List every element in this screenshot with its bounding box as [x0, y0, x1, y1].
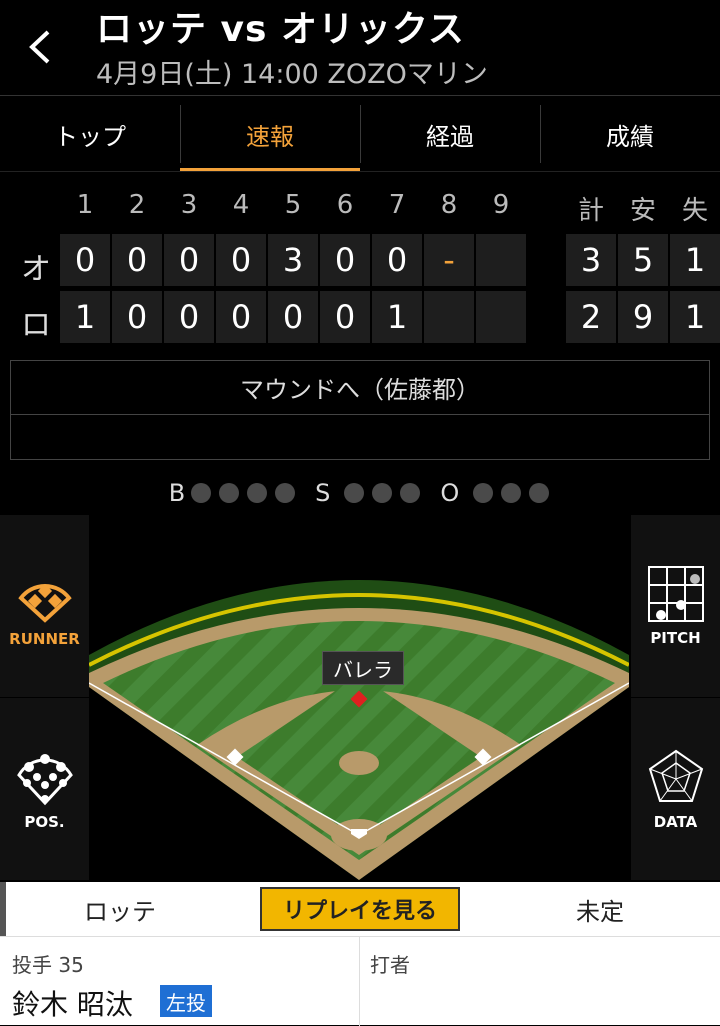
tab-bar: トップ 速報 経過 成績 [0, 97, 720, 172]
score-cell: 0 [112, 291, 162, 343]
tab-top[interactable]: トップ [0, 97, 180, 171]
total-header-runs: 計 [577, 196, 604, 226]
score-cell: 3 [268, 234, 318, 286]
bottom-bar: ロッテ 未定 リプレイを見る [0, 882, 720, 936]
out-dot [501, 483, 522, 503]
score-cell [476, 234, 526, 286]
home-team-label: ロッテ [84, 897, 156, 926]
total-header-errors: 失 [681, 196, 708, 226]
runner-icon [17, 583, 72, 623]
tab-progress[interactable]: 経過 [360, 97, 540, 171]
ball-dot [275, 483, 296, 503]
score-cell-current: - [424, 234, 474, 286]
tab-live[interactable]: 速報 [180, 97, 360, 171]
ball-dot [191, 483, 212, 503]
score-cell [424, 291, 474, 343]
team-abbr-home: ロ [21, 308, 51, 343]
back-arrow-icon[interactable] [22, 24, 62, 70]
inning-number: 1 [76, 190, 94, 220]
batter-label: 打者 [370, 953, 410, 977]
total-runs: 3 [566, 234, 616, 286]
inning-number: 8 [440, 190, 458, 220]
inning-number: 2 [128, 190, 146, 220]
score-cell [476, 291, 526, 343]
score-cell: 0 [268, 291, 318, 343]
play-description-box: マウンドへ（佐藤都） [10, 360, 710, 460]
baseball-field [89, 580, 629, 880]
ball-dot [219, 483, 240, 503]
score-cell: 0 [112, 234, 162, 286]
total-errors: 1 [670, 291, 720, 343]
out-dot [473, 483, 494, 503]
tab-stats[interactable]: 成績 [540, 97, 720, 171]
score-cell: 0 [372, 234, 422, 286]
pitcher-label: 投手 35 [12, 953, 84, 977]
strike-dot [400, 483, 421, 503]
score-cell: 0 [164, 291, 214, 343]
position-icon [16, 754, 73, 806]
score-cell: 1 [372, 291, 422, 343]
runner-label: RUNNER [9, 630, 80, 648]
inning-number: 6 [336, 190, 354, 220]
header: ロッテ vs オリックス 4月9日(土) 14:00 ZOZOマリン [0, 0, 720, 96]
strike-dot [344, 483, 365, 503]
outs-label: O [440, 479, 460, 507]
team-abbr-away: オ [21, 252, 51, 287]
total-errors: 1 [670, 234, 720, 286]
scoreboard: 1 2 3 4 5 6 7 8 9 計 安 失 オ 0 0 0 0 3 0 0 … [0, 172, 720, 352]
out-dot [529, 483, 550, 503]
score-cell: 1 [60, 291, 110, 343]
inning-number: 5 [284, 190, 302, 220]
position-button[interactable]: POS. [0, 698, 89, 880]
score-cell: 0 [164, 234, 214, 286]
score-cell: 0 [216, 234, 266, 286]
balls-label: B [168, 479, 186, 507]
left-edge-marker [0, 882, 6, 936]
pitch-label: PITCH [650, 629, 701, 647]
replay-button[interactable]: リプレイを見る [260, 887, 460, 931]
ball-count: B S O [0, 477, 720, 509]
inning-number: 3 [180, 190, 198, 220]
pitch-grid-icon [647, 566, 704, 622]
next-team-label: 未定 [576, 897, 624, 926]
pos-label: POS. [24, 813, 65, 831]
data-button[interactable]: DATA [631, 698, 720, 880]
inning-number: 7 [388, 190, 406, 220]
play-description: マウンドへ（佐藤都） [11, 361, 709, 415]
total-hits: 9 [618, 291, 668, 343]
divider [359, 937, 360, 1026]
inning-number: 9 [492, 190, 510, 220]
pitch-button[interactable]: PITCH [631, 515, 720, 697]
field-area: RUNNER POS. バレラ PITCH DATA [0, 515, 720, 880]
score-cell: 0 [320, 234, 370, 286]
radar-chart-icon [648, 749, 703, 802]
pitcher-throw-badge: 左投 [160, 985, 212, 1017]
score-cell: 0 [320, 291, 370, 343]
data-label: DATA [653, 813, 698, 831]
ball-dot [247, 483, 268, 503]
runner-button[interactable]: RUNNER [0, 515, 89, 697]
batter-position-tag: バレラ [322, 651, 404, 685]
pitcher-name[interactable]: 鈴木 昭汰 [12, 983, 133, 1023]
inning-number: 4 [232, 190, 250, 220]
page-title: ロッテ vs オリックス [96, 9, 465, 50]
total-runs: 2 [566, 291, 616, 343]
score-cell: 0 [60, 234, 110, 286]
strike-dot [372, 483, 393, 503]
player-info: 投手 35 鈴木 昭汰 左投 打者 [0, 936, 720, 1026]
game-info: 4月9日(土) 14:00 ZOZOマリン [96, 59, 488, 90]
total-header-hits: 安 [629, 196, 656, 226]
total-hits: 5 [618, 234, 668, 286]
score-cell: 0 [216, 291, 266, 343]
strikes-label: S [315, 479, 331, 507]
